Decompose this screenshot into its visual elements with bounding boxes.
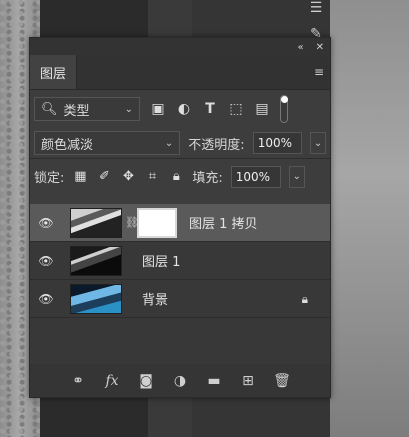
fill-dropdown[interactable]: ⌄ xyxy=(288,165,305,188)
layer-row[interactable]: 👁︎ ⛓︎ 图层 1 拷贝 xyxy=(30,204,330,242)
new-layer-icon[interactable]: ⊞ xyxy=(240,373,256,389)
chain-link-icon[interactable]: ⛓︎ xyxy=(125,216,139,229)
panel-footer: ⚭ fx ◙ ◑ ▬ ⊞ 🗑︎ xyxy=(30,364,330,397)
blend-mode-value: 颜色减淡 xyxy=(41,137,94,153)
layers-panel: « ✕ 图层 ≡ 🔍︎ 类型 ⌄ ▣ ◐ T ⬚ ▤ 颜色减淡 ⌄ 不透明度: … xyxy=(29,37,331,398)
chevron-down-icon: ⌄ xyxy=(164,137,174,149)
opacity-value: 100% xyxy=(257,136,292,150)
blend-mode-select[interactable]: 颜色减淡 ⌄ xyxy=(34,131,181,155)
chevron-down-icon: ⌄ xyxy=(124,103,133,115)
layer-thumbnail xyxy=(70,283,122,314)
shape-filter-icon[interactable]: ⬚ xyxy=(228,101,244,117)
lock-icon: 🔒︎ xyxy=(301,292,308,306)
filter-row: 🔍︎ 类型 ⌄ ▣ ◐ T ⬚ ▤ xyxy=(30,90,330,128)
trash-icon[interactable]: 🗑︎ xyxy=(273,373,291,389)
fill-label: 填充: xyxy=(192,171,223,186)
layer-thumbnail xyxy=(70,207,122,238)
lock-paint-icon[interactable]: ✐ xyxy=(96,169,112,185)
fill-value: 100% xyxy=(235,169,271,184)
canvas-right-area xyxy=(330,0,409,437)
image-filter-icon[interactable]: ▣ xyxy=(150,101,166,117)
panel-tabs: 图层 ≡ xyxy=(30,55,330,90)
search-icon: 🔍︎ xyxy=(41,101,58,117)
collapse-icon[interactable]: « xyxy=(297,42,303,53)
tab-layers[interactable]: 图层 xyxy=(30,55,78,89)
layers-list: 👁︎ ⛓︎ 图层 1 拷贝 👁︎ 图层 1 👁︎ 背景 🔒︎ xyxy=(30,204,330,364)
adjustment-layer-icon[interactable]: ◑ xyxy=(172,373,188,389)
adjustment-filter-icon[interactable]: ◐ xyxy=(176,101,192,117)
link-layers-icon[interactable]: ⚭ xyxy=(70,373,86,389)
blend-row: 颜色减淡 ⌄ 不透明度: 100% ⌄ xyxy=(30,128,330,158)
layer-row[interactable]: 👁︎ 背景 🔒︎ xyxy=(30,280,330,318)
panel-header-bar: « ✕ xyxy=(30,38,330,56)
opacity-dropdown[interactable]: ⌄ xyxy=(310,132,326,154)
lock-label: 锁定: xyxy=(34,171,65,186)
list-tool-icon[interactable]: ☰ xyxy=(308,0,324,16)
fill-input[interactable]: 100% xyxy=(230,165,281,188)
layer-mask-thumbnail[interactable] xyxy=(137,207,177,238)
layer-thumbnail xyxy=(70,245,122,276)
opacity-input[interactable]: 100% xyxy=(252,132,303,154)
tab-label: 图层 xyxy=(40,66,67,82)
group-folder-icon[interactable]: ▬ xyxy=(206,373,222,389)
layer-name[interactable]: 图层 1 拷贝 xyxy=(189,213,258,232)
eye-icon[interactable]: 👁︎ xyxy=(30,292,62,306)
layer-row[interactable]: 👁︎ 图层 1 xyxy=(30,242,330,280)
panel-menu-icon[interactable]: ≡ xyxy=(314,65,324,79)
opacity-label: 不透明度: xyxy=(188,137,245,153)
lock-position-icon[interactable]: ✥ xyxy=(120,169,136,185)
smart-object-filter-icon[interactable]: ▤ xyxy=(254,101,270,117)
lock-row: 锁定: ▦ ✐ ✥ ⌗ 🔒︎ 填充: 100% ⌄ xyxy=(30,158,330,194)
layer-name[interactable]: 图层 1 xyxy=(142,251,180,270)
lock-transparency-icon[interactable]: ▦ xyxy=(72,169,88,185)
filter-kind-select[interactable]: 🔍︎ 类型 ⌄ xyxy=(34,97,140,121)
type-filter-icon[interactable]: T xyxy=(202,101,218,117)
add-mask-icon[interactable]: ◙ xyxy=(138,373,154,389)
lock-artboard-icon[interactable]: ⌗ xyxy=(144,169,160,185)
lock-all-icon[interactable]: 🔒︎ xyxy=(168,169,184,185)
eye-icon[interactable]: 👁︎ xyxy=(30,254,62,268)
layer-name[interactable]: 背景 xyxy=(142,289,168,308)
close-icon[interactable]: ✕ xyxy=(316,42,324,53)
eye-icon[interactable]: 👁︎ xyxy=(30,216,62,230)
fx-icon[interactable]: fx xyxy=(104,373,120,389)
filter-kind-label: 类型 xyxy=(63,103,90,119)
filter-toggle[interactable] xyxy=(280,95,288,123)
